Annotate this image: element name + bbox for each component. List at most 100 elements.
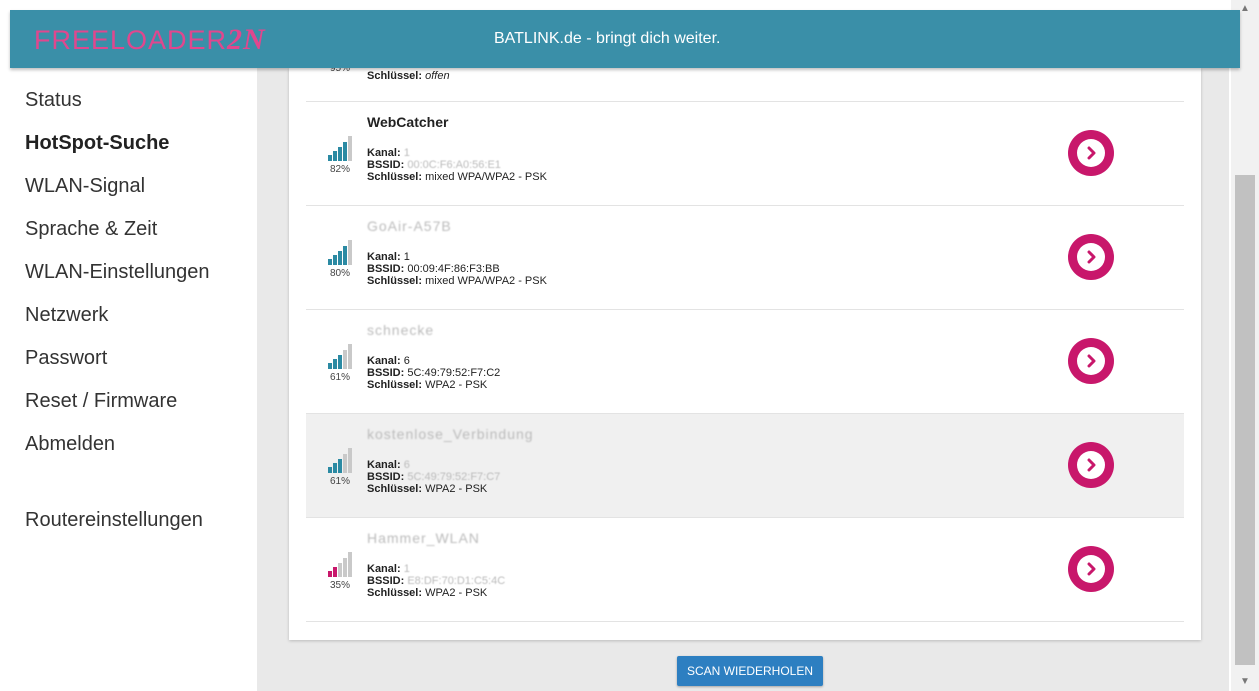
schluessel-label: Schlüssel: xyxy=(367,587,423,599)
signal-indicator: 61% xyxy=(322,344,358,383)
signal-bar xyxy=(333,567,337,577)
schluessel-value: mixed WPA/WPA2 - PSK xyxy=(425,171,547,183)
header-tagline: BATLINK.de - bringt dich weiter. xyxy=(494,30,721,47)
kanal-value: 6 xyxy=(403,459,410,471)
signal-bars-icon xyxy=(322,448,358,473)
chevron-right-icon xyxy=(1077,347,1105,375)
hotspot-row[interactable]: 80% GoAir-A57B Kanal: 1 BSSID: 00:09:4F:… xyxy=(306,206,1184,310)
signal-indicator: 61% xyxy=(322,448,358,487)
signal-bar xyxy=(348,344,352,369)
hotspot-ssid: Hammer_WLAN xyxy=(367,530,480,546)
scroll-up-icon[interactable]: ▲ xyxy=(1240,3,1250,14)
hotspot-details: Kanal: 6 BSSID: 5C:49:79:52:F7:C2 Schlüs… xyxy=(367,355,500,391)
sidebar-item-netzwerk[interactable]: Netzwerk xyxy=(25,301,255,344)
signal-bar xyxy=(328,571,332,577)
bssid-value: 5C:49:79:52:F7:C7 xyxy=(407,471,501,483)
signal-bar xyxy=(338,355,342,369)
sidebar-item-abmelden[interactable]: Abmelden xyxy=(25,430,255,473)
hotspot-details: Kanal: 1 BSSID: E8:DF:70:D1:C5:4C Schlüs… xyxy=(367,563,505,599)
kanal-value: 1 xyxy=(403,563,410,575)
signal-bar xyxy=(343,558,347,577)
kanal-label: Kanal: xyxy=(367,251,401,263)
connect-button[interactable] xyxy=(1068,130,1114,176)
logo: FREELOADER2N xyxy=(34,23,266,57)
bssid-label: BSSID: xyxy=(367,575,405,587)
signal-bar xyxy=(343,246,347,265)
bssid-value: 00:09:4F:86:F3:BB xyxy=(407,263,500,275)
sidebar-item-hotspot-suche[interactable]: HotSpot-Suche xyxy=(25,129,255,172)
signal-bars-icon xyxy=(322,552,358,577)
bssid-value: 00:0C:F6:A0:56:E1 xyxy=(407,159,501,171)
schluessel-value: WPA2 - PSK xyxy=(425,483,488,495)
scroll-down-icon[interactable]: ▼ xyxy=(1240,676,1250,687)
signal-bar xyxy=(333,255,337,265)
logo-suffix: 2N xyxy=(227,23,266,56)
hotspot-row[interactable]: 82% WebCatcher Kanal: 1 BSSID: 00:0C:F6:… xyxy=(306,102,1184,206)
schluessel-label: Schlüssel: xyxy=(367,275,423,287)
schluessel-value: WPA2 - PSK xyxy=(425,379,488,391)
sidebar-nav: Status HotSpot-Suche WLAN-Signal Sprache… xyxy=(25,86,255,549)
kanal-value: 1 xyxy=(403,147,410,159)
sidebar-item-passwort[interactable]: Passwort xyxy=(25,344,255,387)
kanal-label: Kanal: xyxy=(367,459,401,471)
signal-bar xyxy=(348,448,352,473)
hotspot-row[interactable]: 61% schnecke Kanal: 6 BSSID: 5C:49:79:52… xyxy=(306,310,1184,414)
hotspot-details: Kanal: 1 BSSID: 00:0C:F6:A0:56:E1 Schlüs… xyxy=(367,147,547,183)
schluessel-label: Schlüssel: xyxy=(367,171,423,183)
schluessel-value: mixed WPA/WPA2 - PSK xyxy=(425,275,547,287)
bssid-value: E8:DF:70:D1:C5:4C xyxy=(407,575,506,587)
scrollbar-thumb[interactable] xyxy=(1235,175,1255,665)
signal-bar xyxy=(338,563,342,577)
signal-bars-icon xyxy=(322,136,358,161)
sidebar-item-routereinstellungen[interactable]: Routereinstellungen xyxy=(25,506,255,549)
signal-bar xyxy=(333,463,337,473)
bssid-label: BSSID: xyxy=(367,159,405,171)
signal-bar xyxy=(338,459,342,473)
bssid-value: 5C:49:79:52:F7:C2 xyxy=(407,367,501,379)
hotspot-ssid: GoAir-A57B xyxy=(367,218,452,234)
signal-percent: 82% xyxy=(329,164,350,175)
hotspot-ssid: WebCatcher xyxy=(367,114,449,130)
signal-indicator: 35% xyxy=(322,552,358,591)
signal-bar xyxy=(343,454,347,473)
scan-repeat-button[interactable]: SCAN WIEDERHOLEN xyxy=(677,656,823,686)
chevron-right-icon xyxy=(1077,139,1105,167)
hotspot-row[interactable]: 61% kostenlose_Verbindung Kanal: 6 BSSID… xyxy=(306,414,1184,518)
kanal-label: Kanal: xyxy=(367,355,401,367)
logo-text: FREELOADER xyxy=(34,25,228,55)
bssid-label: BSSID: xyxy=(367,263,405,275)
signal-bar xyxy=(328,363,332,369)
signal-percent: 61% xyxy=(329,476,350,487)
signal-bar xyxy=(343,142,347,161)
signal-percent: 80% xyxy=(329,268,350,279)
connect-button[interactable] xyxy=(1068,234,1114,280)
hotspot-details: Schlüssel: offen xyxy=(367,70,450,82)
connect-button[interactable] xyxy=(1068,442,1114,488)
chevron-right-icon xyxy=(1077,451,1105,479)
bssid-label: BSSID: xyxy=(367,471,405,483)
signal-bar xyxy=(348,552,352,577)
signal-indicator: 82% xyxy=(322,136,358,175)
schluessel-value: offen xyxy=(425,70,450,82)
connect-button[interactable] xyxy=(1068,546,1114,592)
schluessel-value: WPA2 - PSK xyxy=(425,587,488,599)
sidebar-item-sprache-zeit[interactable]: Sprache & Zeit xyxy=(25,215,255,258)
sidebar-item-status[interactable]: Status xyxy=(25,86,255,129)
connect-button[interactable] xyxy=(1068,338,1114,384)
sidebar-item-reset-firmware[interactable]: Reset / Firmware xyxy=(25,387,255,430)
signal-bar xyxy=(348,240,352,265)
hotspot-list: 95% Schlüssel: offen 82% WebCatcher Kana… xyxy=(306,20,1184,622)
signal-bar xyxy=(338,147,342,161)
hotspot-row[interactable]: 35% Hammer_WLAN Kanal: 1 BSSID: E8:DF:70… xyxy=(306,518,1184,622)
schluessel-label: Schlüssel: xyxy=(367,483,423,495)
hotspot-details: Kanal: 6 BSSID: 5C:49:79:52:F7:C7 Schlüs… xyxy=(367,459,500,495)
scrollbar[interactable]: ▲ ▼ xyxy=(1231,0,1259,691)
chevron-right-icon xyxy=(1077,243,1105,271)
signal-indicator: 80% xyxy=(322,240,358,279)
bssid-label: BSSID: xyxy=(367,367,405,379)
hotspot-ssid: schnecke xyxy=(367,322,435,338)
sidebar-item-wlan-signal[interactable]: WLAN-Signal xyxy=(25,172,255,215)
signal-bars-icon xyxy=(322,344,358,369)
kanal-label: Kanal: xyxy=(367,147,401,159)
sidebar-item-wlan-einstellungen[interactable]: WLAN-Einstellungen xyxy=(25,258,255,301)
